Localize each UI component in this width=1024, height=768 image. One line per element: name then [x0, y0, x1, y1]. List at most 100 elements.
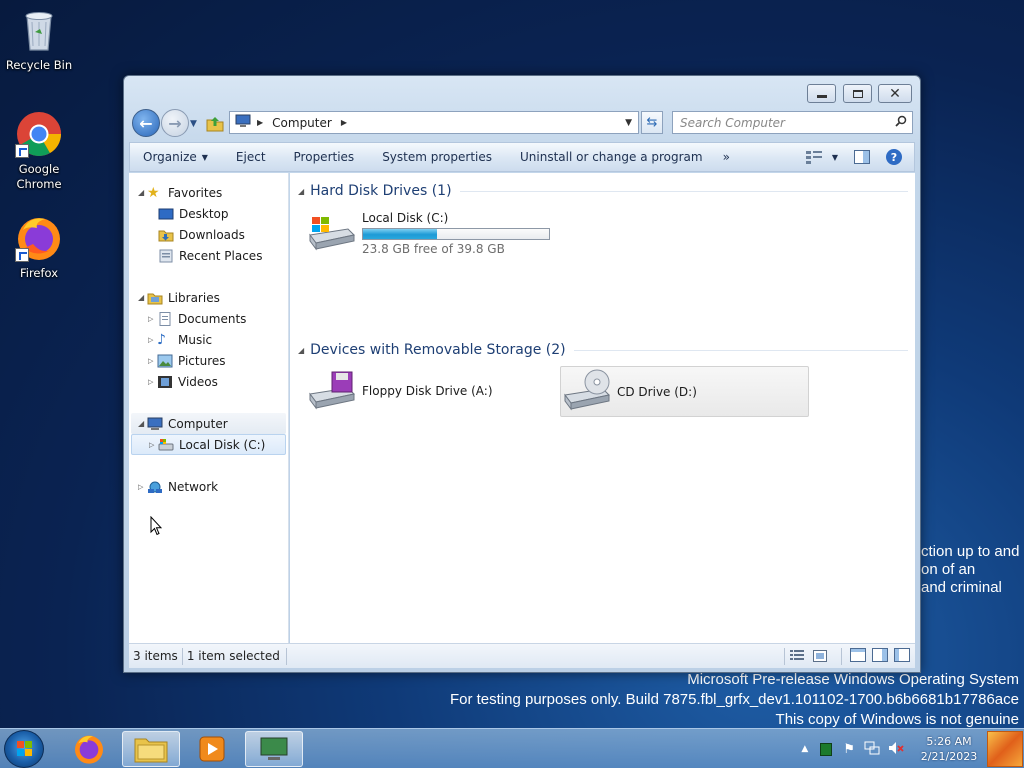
eject-button[interactable]: Eject: [222, 143, 280, 171]
minimize-button[interactable]: [807, 84, 836, 103]
up-folder-button[interactable]: [206, 114, 224, 132]
taskbar-computer-window[interactable]: [245, 731, 303, 767]
taskbar-media-player[interactable]: [183, 731, 241, 767]
nav-pictures[interactable]: ▷ Pictures: [148, 350, 226, 371]
computer-icon: [260, 737, 288, 760]
cd-drive-label: CD Drive (D:): [617, 384, 697, 399]
collapsed-arrow-icon: ▷: [148, 377, 154, 386]
status-blank-segment: [287, 647, 785, 665]
breadcrumb-computer[interactable]: Computer: [272, 116, 332, 130]
drive-floppy-a[interactable]: Floppy Disk Drive (A:): [308, 370, 493, 412]
show-hidden-icons-button[interactable]: ▲: [801, 744, 808, 754]
nav-downloads[interactable]: Downloads: [158, 224, 245, 245]
search-placeholder: Search Computer: [680, 115, 785, 130]
volume-muted-icon[interactable]: [888, 741, 904, 758]
organize-label: Organize: [143, 150, 197, 164]
nav-computer[interactable]: ◢ Computer: [131, 413, 286, 434]
explorer-window: ✕ ← → ▼ ▶ Computer ▶ ▼ ⇆ Search Computer…: [123, 75, 921, 673]
recent-pages-dropdown[interactable]: ▼: [190, 119, 197, 129]
watermark-line-1: Microsoft Pre-release Windows Operating …: [687, 671, 1019, 688]
help-button[interactable]: ?: [880, 143, 914, 171]
firefox-icon: [75, 735, 103, 764]
status-bar: 3 items 1 item selected: [129, 643, 915, 668]
drive-cd-d[interactable]: CD Drive (D:): [560, 366, 809, 417]
nav-network[interactable]: ▷ Network: [138, 476, 218, 497]
search-input[interactable]: Search Computer: [672, 111, 913, 134]
back-button[interactable]: ←: [132, 109, 160, 137]
watermark-line-3: This copy of Windows is not genuine: [775, 711, 1019, 728]
preview-pane-button[interactable]: [844, 143, 880, 171]
desktop-icon-firefox[interactable]: Firefox: [0, 214, 79, 281]
media-player-icon: [199, 736, 225, 762]
maximize-button[interactable]: [843, 84, 872, 103]
clock[interactable]: 5:26 AM 2/21/2023: [914, 734, 984, 764]
nav-favorites[interactable]: ◢ ★ Favorites: [138, 182, 222, 203]
organize-button[interactable]: Organize ▼: [130, 143, 222, 171]
taskbar-firefox[interactable]: [60, 731, 118, 767]
close-button[interactable]: ✕: [878, 84, 912, 103]
minimize-icon: [816, 95, 827, 98]
change-view-button[interactable]: ▼: [800, 143, 844, 171]
documents-icon: [157, 311, 173, 326]
desktop-icon: [158, 207, 174, 221]
layout-button-3[interactable]: [891, 647, 915, 665]
details-view-button[interactable]: [785, 649, 809, 664]
help-icon: ?: [886, 149, 902, 165]
address-dropdown-button[interactable]: ▼: [625, 118, 632, 128]
status-selection: 1 item selected: [183, 647, 287, 665]
start-button[interactable]: [4, 730, 44, 768]
properties-button[interactable]: Properties: [280, 143, 369, 171]
nav-libraries[interactable]: ◢ Libraries: [138, 287, 220, 308]
disk-usage-fill: [363, 229, 438, 239]
nav-documents[interactable]: ▷ Documents: [148, 308, 246, 329]
desktop-icon-google-chrome[interactable]: Google Chrome: [0, 110, 79, 192]
system-properties-label: System properties: [382, 150, 492, 164]
back-arrow-icon: ←: [139, 113, 153, 133]
nav-documents-label: Documents: [178, 311, 247, 326]
nav-videos[interactable]: ▷ Videos: [148, 371, 218, 392]
removable-storage-group-header[interactable]: ◢ Devices with Removable Storage (2): [298, 340, 908, 360]
desktop-icon-recycle-bin[interactable]: Recycle Bin: [0, 6, 79, 73]
more-commands-button[interactable]: »: [717, 143, 736, 171]
large-icons-view-button[interactable]: [809, 647, 842, 665]
mouse-pointer-icon: [150, 516, 162, 536]
taskbar-windows-explorer[interactable]: [122, 731, 180, 767]
clock-date: 2/21/2023: [920, 750, 978, 763]
close-icon: ✕: [889, 85, 901, 102]
show-desktop-button[interactable]: [987, 731, 1023, 767]
layout-button-1[interactable]: [842, 647, 869, 665]
address-bar[interactable]: ▶ Computer ▶ ▼: [229, 111, 639, 134]
system-properties-button[interactable]: System properties: [368, 143, 506, 171]
action-center-flag-icon[interactable]: ⚑: [843, 742, 855, 757]
status-item-count: 3 items: [129, 647, 183, 665]
collapsed-arrow-icon: ▷: [148, 356, 154, 365]
group-divider: [573, 349, 908, 351]
uninstall-program-button[interactable]: Uninstall or change a program: [506, 143, 717, 171]
hard-disk-group-header[interactable]: ◢ Hard Disk Drives (1): [298, 181, 908, 201]
forward-button[interactable]: →: [161, 109, 189, 137]
local-disk-free-space: 23.8 GB free of 39.8 GB: [362, 242, 505, 256]
videos-icon: [157, 375, 173, 389]
clock-time: 5:26 AM: [926, 735, 972, 748]
drive-local-disk-c[interactable]: Local Disk (C:) 23.8 GB free of 39.8 GB: [308, 211, 550, 256]
nav-music[interactable]: ▷ ♪ Music: [148, 329, 212, 350]
shortcut-arrow-icon: [15, 144, 29, 158]
refresh-button[interactable]: ⇆: [641, 111, 663, 134]
chevron-down-icon: ▼: [201, 152, 208, 162]
nav-recent-label: Recent Places: [179, 248, 263, 263]
cd-drive-icon: [563, 369, 611, 414]
nav-local-disk[interactable]: ▷ Local Disk (C:): [131, 434, 286, 455]
eval-line-2: on of an: [921, 561, 976, 578]
star-icon: ★: [147, 184, 160, 201]
chrome-icon: [15, 110, 63, 158]
nav-recent-places[interactable]: Recent Places: [158, 245, 262, 266]
local-disk-name: Local Disk (C:): [362, 211, 449, 225]
network-tray-icon[interactable]: [864, 741, 880, 758]
details-view-icon: [790, 649, 804, 660]
removable-storage-group-title: Devices with Removable Storage (2): [310, 342, 566, 358]
collapse-group-icon: ◢: [298, 186, 305, 196]
firefox-icon: [15, 214, 63, 262]
layout-button-2[interactable]: [869, 647, 891, 665]
nav-desktop[interactable]: Desktop: [158, 203, 229, 224]
tray-app-icon[interactable]: [820, 742, 833, 756]
